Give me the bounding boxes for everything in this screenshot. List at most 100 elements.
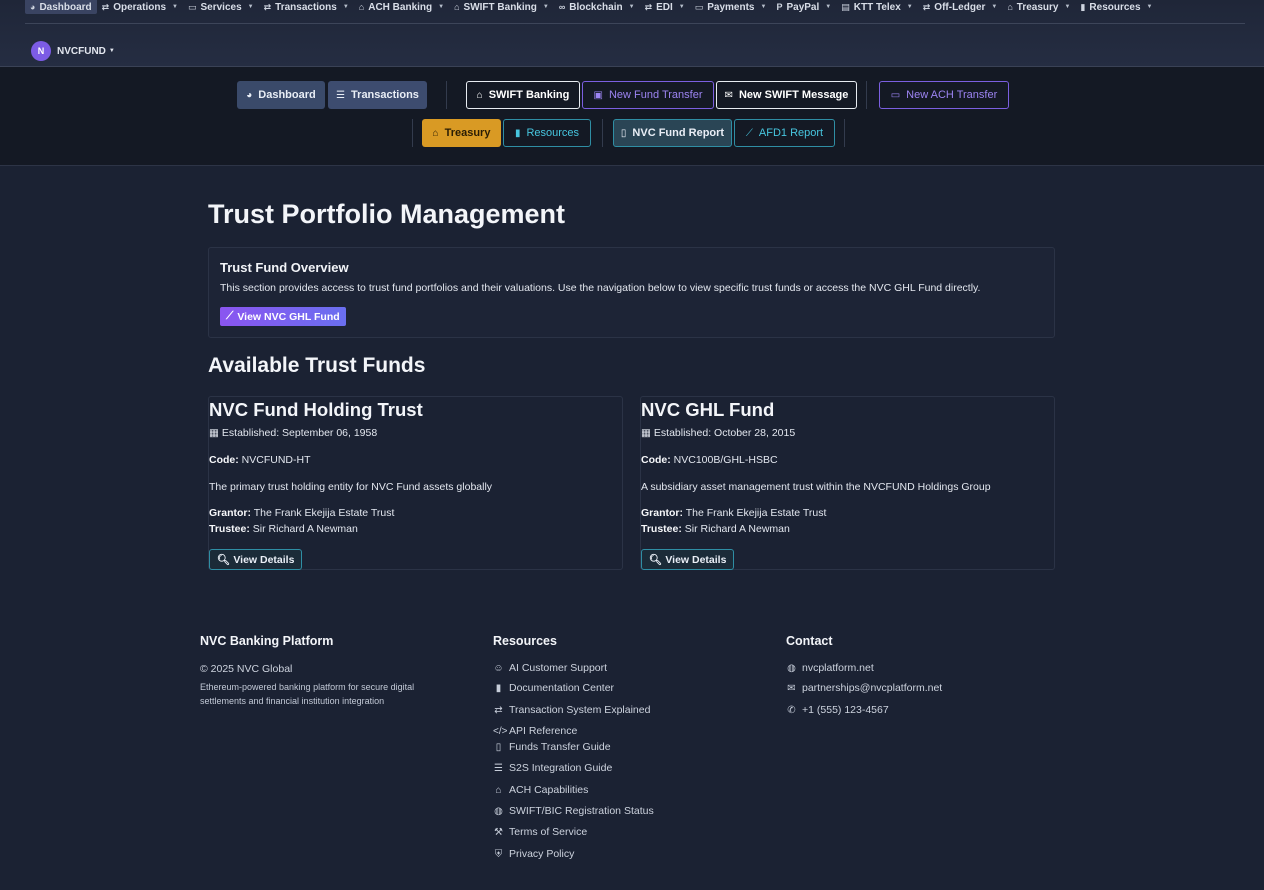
paypal-icon: P <box>776 2 783 12</box>
nav-label: Off-Ledger <box>934 1 986 13</box>
search-icon: 🔍︎ <box>217 554 231 566</box>
established-text: Established: October 28, 2015 <box>653 427 796 439</box>
nav-off-ledger[interactable]: ⇄ Off-Ledger ▼ <box>918 0 1003 14</box>
nav-swift-banking[interactable]: ⌂ SWIFT Banking ▼ <box>449 0 554 14</box>
dashboard-button[interactable]: ◕ Dashboard <box>237 81 325 109</box>
nav-label: Transactions <box>275 1 337 13</box>
nav-label: Services <box>200 1 242 13</box>
nav-label: Payments <box>707 1 755 13</box>
footer-link-s2s-integration[interactable]: ☰ S2S Integration Guide <box>493 762 612 774</box>
nav-ktt-telex[interactable]: ▤ KTT Telex ▼ <box>836 0 918 14</box>
link-label: AI Customer Support <box>509 662 608 674</box>
footer-resources-title: Resources <box>493 634 557 648</box>
overview-title: Trust Fund Overview <box>220 260 349 275</box>
main-menu: ◕ Dashboard ⇄ Operations ▼ ▭ Services ▼ … <box>25 0 1158 14</box>
user-menu[interactable]: N NVCFUND ▼ <box>31 41 115 61</box>
footer-link-transaction-system[interactable]: ⇄ Transaction System Explained <box>493 704 650 716</box>
view-details-button[interactable]: 🔍︎ View Details <box>641 549 735 570</box>
nav-treasury[interactable]: ⌂ Treasury ▼ <box>1002 0 1075 14</box>
afd1-report-button[interactable]: ⟋ AFD1 Report <box>734 119 835 147</box>
link-label: Documentation Center <box>509 682 615 694</box>
chart-line-icon: ⟋ <box>226 310 234 322</box>
footer-link-funds-transfer[interactable]: ▯ Funds Transfer Guide <box>493 741 611 753</box>
avatar: N <box>31 41 51 61</box>
money-icon: ▣ <box>593 89 603 101</box>
caret-down-icon: ▼ <box>342 4 349 10</box>
caret-down-icon: ▼ <box>438 4 445 10</box>
caret-down-icon: ▼ <box>991 4 998 10</box>
divider <box>866 81 867 109</box>
resources-button[interactable]: ▮ Resources <box>503 119 591 147</box>
exchange-icon: ⇄ <box>101 1 110 12</box>
nav-transactions[interactable]: ⇄ Transactions ▼ <box>259 0 354 14</box>
fund-name: NVC GHL Fund <box>641 399 775 420</box>
caret-down-icon: ▼ <box>760 4 767 10</box>
swift-banking-button[interactable]: ⌂ SWIFT Banking <box>466 81 580 109</box>
new-fund-transfer-button[interactable]: ▣ New Fund Transfer <box>582 81 714 109</box>
footer-link-privacy[interactable]: ⛨ Privacy Policy <box>493 848 575 860</box>
footer-link-ai-support[interactable]: ☺ AI Customer Support <box>493 662 607 674</box>
caret-down-icon: ▼ <box>1064 4 1071 10</box>
caret-down-icon: ▼ <box>247 4 254 10</box>
link-label: Privacy Policy <box>509 848 575 860</box>
footer-link-swift-bic[interactable]: ◍ SWIFT/BIC Registration Status <box>493 805 654 817</box>
view-nvc-ghl-fund-button[interactable]: ⟋ View NVC GHL Fund <box>220 307 346 326</box>
nav-edi[interactable]: ⇄ EDI ▼ <box>640 0 690 14</box>
nav-label: Resources <box>1089 1 1141 13</box>
footer-contact: Contact ◍ nvcplatform.net ✉ partnerships… <box>786 634 942 716</box>
book-icon: ▮ <box>514 127 521 139</box>
button-label: NVC Fund Report <box>632 127 725 139</box>
button-label: View Details <box>233 553 295 566</box>
quick-action-bar: ◕ Dashboard ☰ Transactions ⌂ SWIFT Banki… <box>0 67 1264 166</box>
new-ach-transfer-button[interactable]: ▭ New ACH Transfer <box>879 81 1009 109</box>
grantor-label: Grantor: <box>641 507 683 519</box>
nav-blockchain[interactable]: ∞ Blockchain ▼ <box>554 0 640 14</box>
page-title: Trust Portfolio Management <box>208 199 566 229</box>
view-details-button[interactable]: 🔍︎ View Details <box>209 549 303 570</box>
caret-down-icon: ▼ <box>108 48 115 54</box>
fund-card: NVC Fund Holding Trust ▦ Established: Se… <box>208 396 623 570</box>
nav-dashboard[interactable]: ◕ Dashboard <box>25 0 97 14</box>
divider <box>412 119 413 147</box>
nav-ach-banking[interactable]: ⌂ ACH Banking ▼ <box>354 0 449 14</box>
nvc-fund-report-button[interactable]: ▯ NVC Fund Report <box>613 119 732 147</box>
fund-established: ▦ Established: September 06, 1958 <box>209 427 377 439</box>
nav-label: ACH Banking <box>368 1 433 13</box>
nav-operations[interactable]: ⇄ Operations ▼ <box>97 0 183 14</box>
contact-label: nvcplatform.net <box>802 662 874 674</box>
transactions-button[interactable]: ☰ Transactions <box>328 81 427 109</box>
nav-payments[interactable]: ▭ Payments ▼ <box>690 0 772 14</box>
exchange-icon: ⇄ <box>263 1 272 12</box>
nav-services[interactable]: ▭ Services ▼ <box>183 0 259 14</box>
button-label: Transactions <box>351 89 419 101</box>
overview-description: This section provides access to trust fu… <box>220 282 981 294</box>
username: NVCFUND <box>57 45 106 57</box>
footer-link-terms[interactable]: ⚒ Terms of Service <box>493 826 587 838</box>
globe-icon: ◍ <box>494 805 503 817</box>
fund-trustee: Trustee: Sir Richard A Newman <box>209 523 358 535</box>
treasury-button[interactable]: ⌂ Treasury <box>422 119 501 147</box>
file-icon: ▯ <box>620 127 627 139</box>
footer-link-api-reference[interactable]: </> API Reference <box>493 725 577 737</box>
caret-down-icon: ▼ <box>628 4 635 10</box>
envelope-icon: ✉ <box>787 682 796 694</box>
nav-resources[interactable]: ▮ Resources ▼ <box>1075 0 1157 14</box>
file-icon: ▯ <box>495 741 502 753</box>
fund-established: ▦ Established: October 28, 2015 <box>641 427 795 439</box>
bank-icon: ⌂ <box>1007 2 1013 12</box>
button-label: Dashboard <box>258 89 316 101</box>
footer-link-documentation[interactable]: ▮ Documentation Center <box>493 682 614 694</box>
top-navbar: ◕ Dashboard ⇄ Operations ▼ ▭ Services ▼ … <box>0 0 1264 67</box>
button-label: New ACH Transfer <box>906 89 998 101</box>
link-label: API Reference <box>509 725 578 737</box>
chart-line-icon: ⟋ <box>745 127 753 139</box>
fund-name: NVC Fund Holding Trust <box>209 399 423 420</box>
dashboard-icon: ◕ <box>246 89 253 101</box>
envelope-icon: ✉ <box>724 89 733 101</box>
globe-icon: ◍ <box>787 662 796 674</box>
footer-link-ach-capabilities[interactable]: ⌂ ACH Capabilities <box>493 784 588 796</box>
available-trust-funds-heading: Available Trust Funds <box>208 354 426 377</box>
new-swift-message-button[interactable]: ✉ New SWIFT Message <box>716 81 857 109</box>
nav-paypal[interactable]: P PayPal ▼ <box>771 0 836 14</box>
established-text: Established: September 06, 1958 <box>221 427 378 439</box>
